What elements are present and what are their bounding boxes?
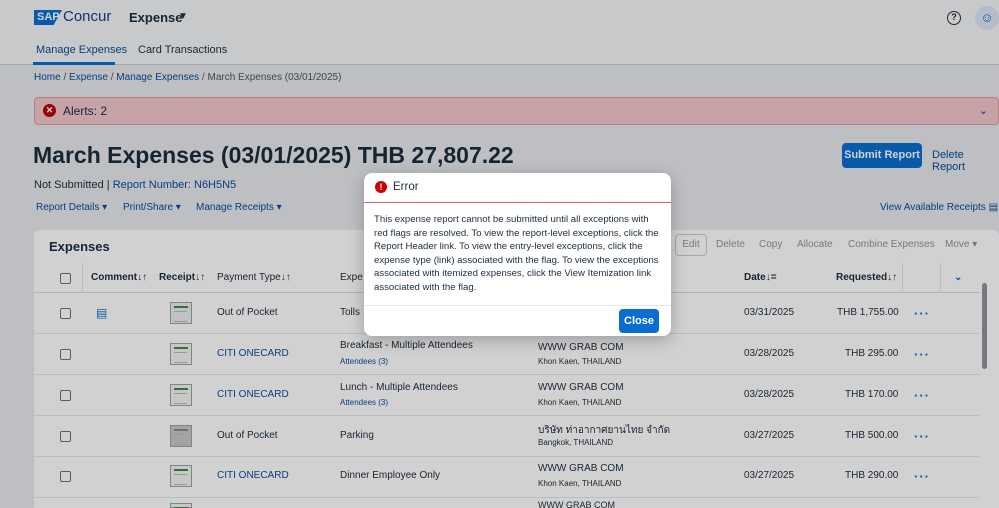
error-dialog: ! Error This expense report cannot be su… <box>364 173 671 336</box>
error-icon: ! <box>375 181 387 193</box>
close-button[interactable]: Close <box>619 309 659 333</box>
dialog-title: Error <box>393 181 419 193</box>
dialog-message: This expense report cannot be submitted … <box>374 214 659 293</box>
dialog-header: ! Error <box>364 173 671 203</box>
dialog-divider <box>364 305 671 306</box>
